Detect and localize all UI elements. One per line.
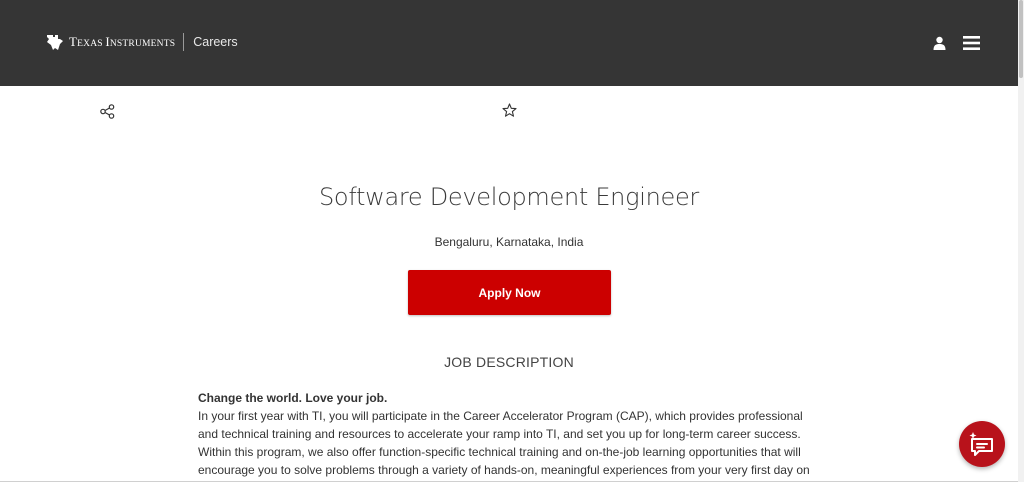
brand-name: TEXAS INSTRUMENTS xyxy=(69,34,176,49)
job-description-text: Change the world. Love your job. In your… xyxy=(198,389,818,479)
hamburger-menu-icon[interactable] xyxy=(963,36,980,50)
brand-divider xyxy=(183,33,185,51)
site-header: TEXAS INSTRUMENTS Careers xyxy=(0,0,1018,86)
star-icon[interactable] xyxy=(502,103,517,118)
share-icon[interactable] xyxy=(100,104,115,119)
job-location: Bengaluru, Karnataka, India xyxy=(434,235,584,249)
user-icon[interactable] xyxy=(933,36,946,50)
ti-logo-icon xyxy=(47,35,63,50)
job-title: Software Development Engineer xyxy=(319,183,699,211)
scrollbar-thumb[interactable] xyxy=(1019,0,1023,78)
brand-logo-link[interactable]: TEXAS INSTRUMENTS Careers xyxy=(45,33,238,51)
chat-assistant-icon xyxy=(969,432,993,456)
chat-assistant-button[interactable] xyxy=(959,421,1005,467)
careers-label[interactable]: Careers xyxy=(193,35,237,49)
description-lead: Change the world. Love your job. xyxy=(198,391,388,405)
page-scrollbar[interactable] xyxy=(1018,0,1024,482)
job-description-heading: JOB DESCRIPTION xyxy=(444,354,574,370)
apply-now-button[interactable]: Apply Now xyxy=(408,270,611,315)
description-body: In your first year with TI, you will par… xyxy=(198,409,810,477)
